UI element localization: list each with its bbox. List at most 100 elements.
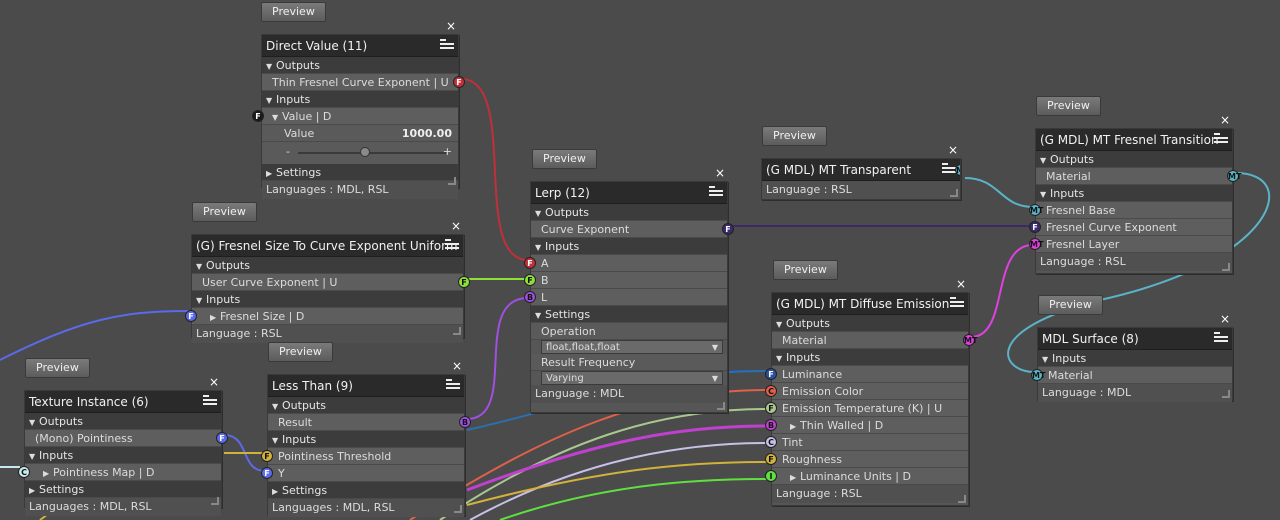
resize-handle[interactable]: [950, 189, 958, 197]
preview-button-diffuse-emission[interactable]: Preview: [773, 260, 838, 280]
menu-icon[interactable]: [445, 239, 459, 252]
port-int-icon[interactable]: I: [765, 470, 777, 482]
input-emission-color[interactable]: Emission Color C: [765, 383, 968, 400]
outputs-section[interactable]: ▼ Outputs: [25, 413, 221, 430]
settings-section[interactable]: ▶ Settings: [262, 164, 458, 181]
port-material-icon[interactable]: MT: [963, 334, 977, 346]
inputs-section[interactable]: ▼ Inputs: [268, 431, 464, 448]
port-float-icon[interactable]: F: [252, 110, 264, 122]
close-icon[interactable]: ×: [209, 376, 219, 388]
result-frequency-dropdown[interactable]: Varying ▼: [541, 371, 723, 385]
outputs-section[interactable]: ▼ Outputs: [772, 315, 968, 332]
port-bool-icon[interactable]: B: [459, 416, 471, 428]
inputs-section[interactable]: ▼ Inputs: [262, 91, 458, 108]
input-roughness[interactable]: Roughness F: [765, 451, 968, 468]
preview-button-less-than[interactable]: Preview: [268, 342, 333, 362]
port-bool-icon[interactable]: B: [524, 291, 536, 303]
menu-icon[interactable]: [203, 395, 217, 408]
node-lerp[interactable]: × Lerp (12) ▼ Outputs Curve Exponent F ▼ I…: [524, 167, 734, 413]
port-float-icon[interactable]: F: [765, 402, 777, 414]
settings-section[interactable]: ▶ Settings: [25, 481, 221, 498]
port-color-icon[interactable]: C: [765, 436, 777, 448]
resize-handle[interactable]: [453, 327, 461, 335]
resize-handle[interactable]: [448, 177, 456, 185]
resize-handle[interactable]: [1222, 390, 1230, 398]
close-icon[interactable]: ×: [948, 144, 958, 156]
slider-knob[interactable]: [360, 147, 370, 157]
menu-icon[interactable]: [709, 186, 723, 199]
input-pointiness-map[interactable]: ▶ Pointiness Map | D C: [18, 464, 221, 481]
input-thin-walled[interactable]: ▶ Thin Walled | D B: [765, 417, 968, 434]
port-material-icon[interactable]: MT: [1227, 170, 1241, 182]
close-icon[interactable]: ×: [446, 20, 456, 32]
port-float-icon[interactable]: F: [524, 274, 536, 286]
inputs-section[interactable]: ▼ Inputs: [1038, 350, 1232, 367]
menu-icon[interactable]: [1214, 332, 1228, 345]
node-less-than[interactable]: × Less Than (9) ▼ Outputs Result B ▼ Input…: [261, 360, 471, 517]
node-transparent[interactable]: × (G MDL) MT Transparent MT Language : R…: [761, 144, 961, 200]
preview-button-direct-value[interactable]: Preview: [261, 2, 326, 22]
port-float-icon[interactable]: F: [453, 76, 465, 88]
input-material[interactable]: Material MT: [1031, 367, 1232, 384]
inputs-section[interactable]: ▼ Inputs: [772, 349, 968, 366]
port-float-icon[interactable]: F: [722, 223, 734, 235]
menu-icon[interactable]: [950, 297, 964, 310]
menu-icon[interactable]: [1214, 133, 1228, 146]
resize-handle[interactable]: [717, 402, 725, 410]
port-float-icon[interactable]: F: [765, 453, 777, 465]
input-emission-temperature[interactable]: Emission Temperature (K) | U F: [765, 400, 968, 417]
port-material-icon[interactable]: MT: [1031, 369, 1045, 381]
close-icon[interactable]: ×: [451, 220, 461, 232]
inputs-section[interactable]: ▼ Inputs: [1036, 185, 1232, 202]
port-float-icon[interactable]: F: [458, 276, 470, 288]
preview-button-fresnel-transition[interactable]: Preview: [1036, 96, 1101, 116]
preview-button-lerp[interactable]: Preview: [532, 149, 597, 169]
close-icon[interactable]: ×: [1220, 114, 1230, 126]
port-color-icon[interactable]: C: [765, 385, 777, 397]
port-float-icon[interactable]: F: [216, 432, 228, 444]
outputs-section[interactable]: ▼ Outputs: [268, 397, 464, 414]
node-texture-instance[interactable]: × Texture Instance (6) ▼ Outputs (Mono) P…: [18, 376, 228, 516]
preview-button-fresnel-size[interactable]: Preview: [192, 202, 257, 222]
menu-icon[interactable]: [942, 163, 956, 176]
port-color-icon[interactable]: C: [18, 466, 30, 478]
input-luminance-units[interactable]: ▶ Luminance Units | D I: [765, 468, 968, 485]
node-fresnel-transition[interactable]: × (G MDL) MT Fresnel Transition ▼ Outputs…: [1029, 114, 1241, 274]
port-float-icon[interactable]: F: [524, 257, 536, 269]
node-fresnel-size[interactable]: × (G) Fresnel Size To Curve Exponent Uni…: [185, 220, 470, 343]
outputs-section[interactable]: ▼ Outputs: [531, 204, 727, 221]
close-icon[interactable]: ×: [956, 278, 966, 290]
settings-section[interactable]: ▶ Settings: [268, 482, 464, 499]
port-float-icon[interactable]: F: [765, 368, 777, 380]
input-fresnel-curve-exponent[interactable]: Fresnel Curve Exponent F: [1029, 219, 1232, 236]
port-float-icon[interactable]: F: [261, 467, 273, 479]
preview-button-mdl-surface[interactable]: Preview: [1038, 295, 1103, 315]
port-float-icon[interactable]: F: [261, 450, 273, 462]
close-icon[interactable]: ×: [452, 360, 462, 372]
port-material-icon[interactable]: MT: [1029, 204, 1043, 216]
input-a[interactable]: A F: [524, 255, 727, 272]
node-diffuse-emission[interactable]: × (G MDL) MT Diffuse Emission ▼ Outputs M…: [765, 278, 977, 506]
node-direct-value[interactable]: × Direct Value (11) ▼ Outputs Thin Fresne…: [252, 20, 465, 199]
close-icon[interactable]: ×: [1220, 313, 1230, 325]
value-input-row[interactable]: ▼ Value | D F: [252, 108, 458, 125]
outputs-section[interactable]: ▼ Outputs: [262, 57, 458, 74]
close-icon[interactable]: ×: [715, 167, 725, 179]
settings-section[interactable]: ▼ Settings: [531, 306, 727, 323]
value-field[interactable]: Value 1000.00: [262, 125, 458, 142]
resize-handle[interactable]: [958, 495, 966, 503]
input-y[interactable]: Y F: [261, 465, 464, 482]
resize-handle[interactable]: [454, 505, 462, 513]
preview-button-texture-instance[interactable]: Preview: [25, 358, 90, 378]
menu-icon[interactable]: [446, 379, 460, 392]
input-fresnel-layer[interactable]: Fresnel Layer MT: [1029, 236, 1232, 253]
inputs-section[interactable]: ▼ Inputs: [192, 291, 463, 308]
input-luminance[interactable]: Luminance F: [765, 366, 968, 383]
node-mdl-surface[interactable]: × MDL Surface (8) ▼ Inputs Material MT La…: [1031, 313, 1233, 402]
outputs-section[interactable]: ▼ Outputs: [1036, 151, 1232, 168]
value-slider[interactable]: - +: [262, 142, 458, 164]
input-b[interactable]: B F: [524, 272, 727, 289]
port-float-icon[interactable]: F: [1029, 221, 1041, 233]
menu-icon[interactable]: [440, 39, 454, 52]
input-row[interactable]: ▶ Fresnel Size | D F: [185, 308, 463, 325]
